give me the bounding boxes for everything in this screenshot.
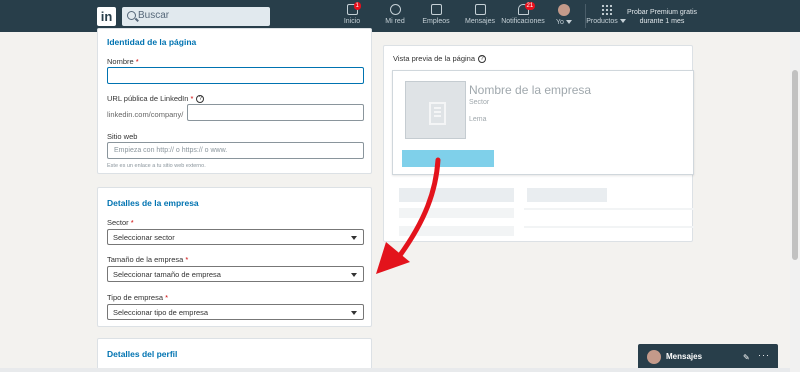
notification-badge: 1 bbox=[353, 2, 361, 10]
website-hint: Este es un enlace a tu sitio web externo… bbox=[107, 163, 206, 169]
company-type-select[interactable]: Seleccionar tipo de empresa bbox=[107, 304, 364, 320]
company-tagline: Lema bbox=[469, 116, 487, 123]
messaging-label: Mensajes bbox=[666, 352, 703, 361]
preview-title: Vista previa de la página? bbox=[393, 54, 487, 64]
nav-item-mi-red[interactable]: Mi red bbox=[381, 4, 409, 30]
annotation-arrow bbox=[376, 157, 441, 274]
field-label: Tipo de empresa * bbox=[107, 293, 169, 302]
field-label: URL pública de LinkedIn *? bbox=[107, 94, 205, 104]
company-details-card: Detalles de la empresa Sector * Seleccio… bbox=[97, 187, 372, 327]
grid-icon bbox=[600, 4, 612, 15]
nav-item-productos[interactable]: Productos bbox=[586, 4, 626, 30]
nav-label: Productos bbox=[586, 18, 618, 25]
company-logo-placeholder bbox=[405, 81, 466, 139]
premium-link[interactable]: Probar Premium gratis durante 1 mes bbox=[622, 8, 702, 26]
nav-label: Empleos bbox=[422, 18, 450, 25]
select-value: Seleccionar tamaño de empresa bbox=[113, 270, 221, 279]
sector-select[interactable]: Seleccionar sector bbox=[107, 229, 364, 245]
nav-item-mensajes[interactable]: Mensajes bbox=[463, 4, 497, 30]
company-size-select[interactable]: Seleccionar tamaño de empresa bbox=[107, 266, 364, 282]
website-field[interactable]: Empieza con http:// o https:// o www. bbox=[107, 142, 364, 159]
bell-icon: 21 bbox=[517, 2, 536, 15]
company-name: Nombre de la empresa bbox=[469, 83, 592, 97]
help-icon[interactable]: ? bbox=[478, 55, 487, 64]
nav-item-yo[interactable]: Yo bbox=[552, 4, 576, 30]
chevron-down-icon bbox=[351, 273, 357, 277]
nav-label: Mi red bbox=[385, 18, 405, 25]
help-icon[interactable]: ? bbox=[196, 95, 205, 104]
nav-label: Mensajes bbox=[465, 18, 495, 25]
nav-item-empleos[interactable]: Empleos bbox=[420, 4, 452, 30]
scrollbar-thumb[interactable] bbox=[792, 70, 798, 260]
field-label: Nombre * bbox=[107, 57, 139, 66]
search-placeholder: Buscar bbox=[138, 10, 170, 21]
section-title: Detalles de la empresa bbox=[107, 198, 199, 208]
network-icon bbox=[389, 4, 401, 15]
select-value: Seleccionar tipo de empresa bbox=[113, 308, 209, 317]
nav-item-inicio[interactable]: 1 Inicio bbox=[338, 2, 366, 30]
home-icon: 1 bbox=[346, 2, 361, 15]
search-icon bbox=[127, 11, 136, 20]
placeholder-divider bbox=[524, 226, 694, 228]
notification-badge: 21 bbox=[524, 2, 536, 10]
field-label: Tamaño de la empresa * bbox=[107, 255, 189, 264]
chevron-down-icon bbox=[351, 311, 357, 315]
building-icon bbox=[429, 102, 446, 125]
compose-icon[interactable]: ✎ bbox=[743, 353, 750, 362]
linkedin-logo[interactable]: in bbox=[97, 7, 116, 26]
bottom-strip bbox=[0, 368, 790, 372]
placeholder-block bbox=[527, 188, 607, 202]
nav-item-notificaciones[interactable]: 21 Notificaciones bbox=[500, 2, 546, 30]
messages-icon bbox=[474, 4, 486, 15]
nav-label: Notificaciones bbox=[501, 18, 545, 25]
avatar bbox=[647, 350, 661, 364]
identity-card: Identidad de la página Nombre * URL públ… bbox=[97, 28, 372, 174]
company-sector: Sector bbox=[469, 99, 490, 106]
field-label: Sector * bbox=[107, 218, 134, 227]
section-title: Identidad de la página bbox=[107, 37, 197, 47]
nav-label: Yo bbox=[556, 19, 564, 26]
name-field[interactable] bbox=[107, 67, 364, 84]
profile-details-card: Detalles del perfil bbox=[97, 338, 372, 372]
field-label: Sitio web bbox=[107, 132, 138, 141]
section-title: Detalles del perfil bbox=[107, 349, 178, 359]
avatar bbox=[558, 4, 570, 16]
placeholder-divider bbox=[524, 208, 694, 210]
select-value: Seleccionar sector bbox=[113, 233, 175, 242]
url-field[interactable] bbox=[187, 104, 364, 121]
chevron-down-icon bbox=[351, 236, 357, 240]
more-icon[interactable]: ··· bbox=[758, 350, 770, 360]
chevron-down-icon bbox=[565, 20, 572, 25]
url-prefix: linkedin.com/company/ bbox=[107, 110, 184, 119]
search-input[interactable]: Buscar bbox=[122, 7, 270, 26]
nav-label: Inicio bbox=[343, 18, 361, 25]
briefcase-icon bbox=[430, 4, 442, 15]
